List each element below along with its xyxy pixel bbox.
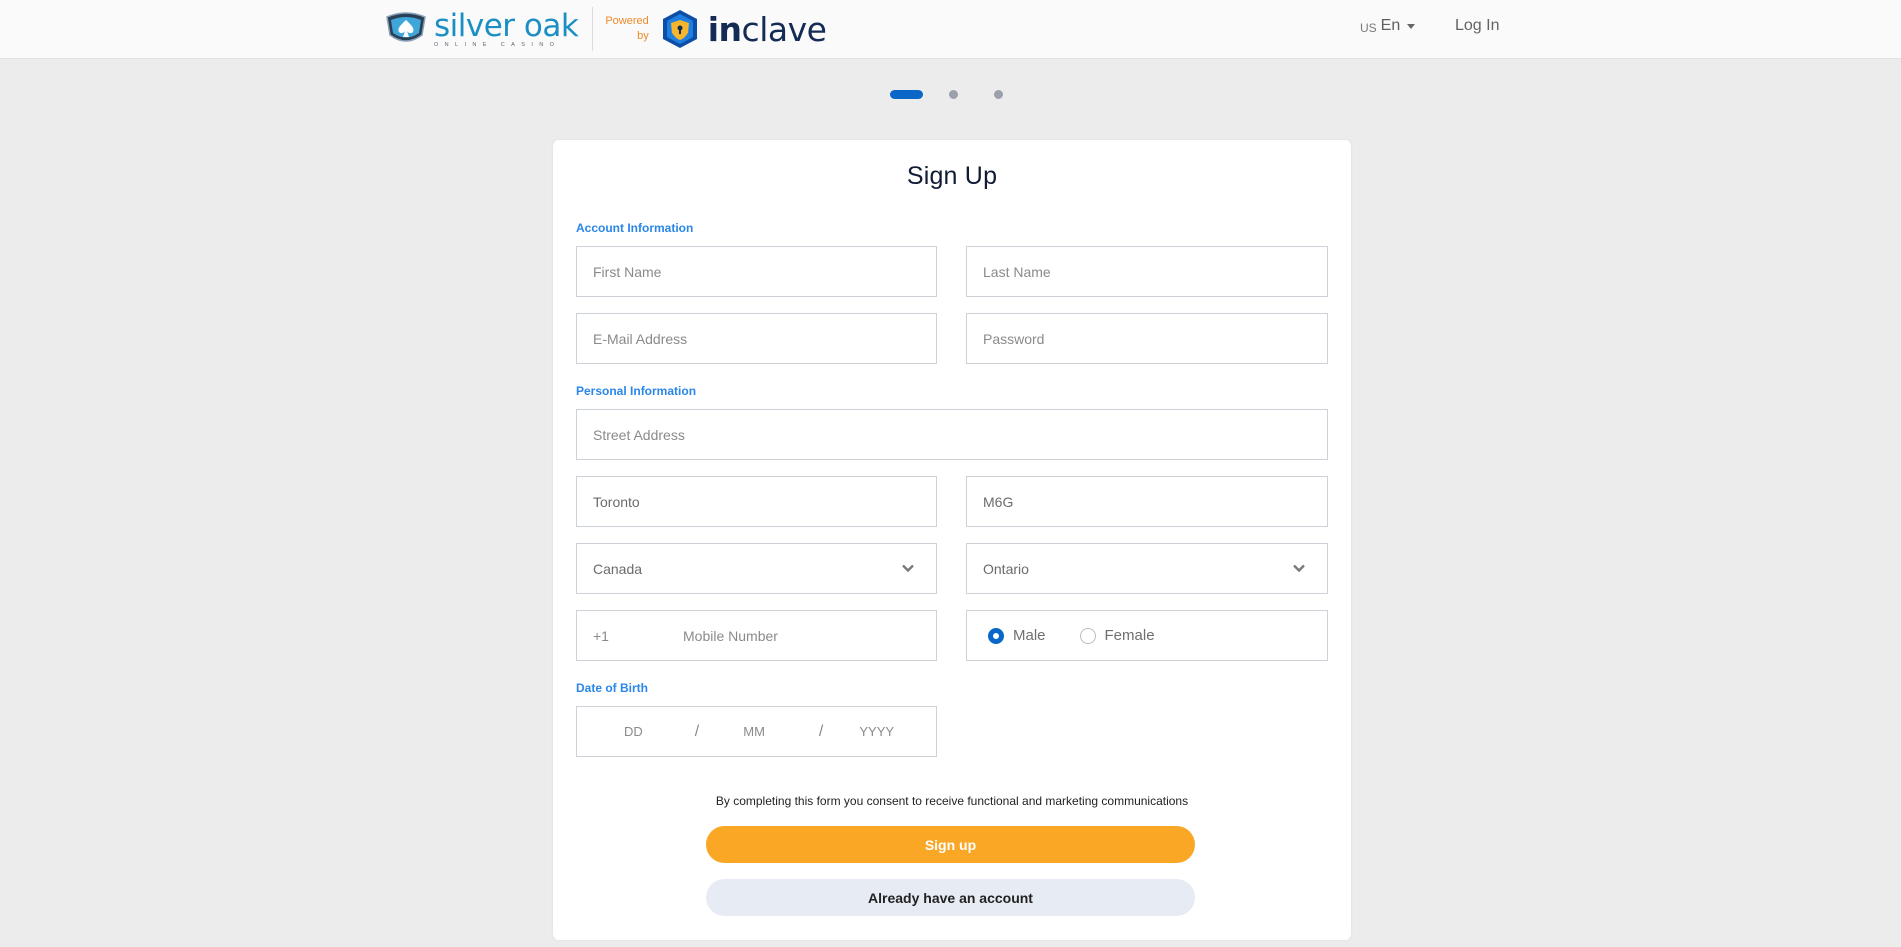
signup-button[interactable]: Sign up	[706, 826, 1195, 863]
street-address-input[interactable]: Street Address	[576, 409, 1328, 460]
phone-country-code[interactable]: +1	[593, 628, 683, 644]
by-line: by	[637, 30, 649, 42]
first-name-input[interactable]: First Name	[576, 246, 937, 297]
page-title: Sign Up	[906, 162, 998, 190]
city-input[interactable]: Toronto	[576, 476, 937, 527]
step-3	[994, 90, 1003, 99]
postal-code-input[interactable]: M6G	[966, 476, 1328, 527]
language-label: En	[1380, 17, 1401, 34]
top-header: silver oak ONLINE CASINO Powered by incl…	[0, 0, 1901, 59]
gender-radio-group: Male Female	[966, 610, 1328, 661]
section-dob-label: Date of Birth	[576, 681, 648, 695]
powered-by-text: Powered by	[605, 14, 648, 44]
radio-unchecked-icon	[1079, 627, 1096, 644]
language-code: US	[1360, 20, 1377, 35]
last-name-input[interactable]: Last Name	[966, 246, 1328, 297]
province-value: Ontario	[983, 560, 1029, 577]
radio-checked-icon	[988, 627, 1004, 644]
brand-logos: silver oak ONLINE CASINO Powered by incl…	[384, 6, 827, 52]
province-select[interactable]: Ontario	[966, 543, 1328, 594]
step-2	[949, 90, 958, 99]
female-label: Female	[1104, 627, 1155, 644]
country-select[interactable]: Canada	[576, 543, 937, 594]
gender-male-radio[interactable]: Male	[988, 627, 1046, 644]
powered-line: Powered	[605, 15, 649, 27]
login-link[interactable]: Log In	[1455, 17, 1499, 35]
signup-card: Sign Up Account Information First Name L…	[553, 140, 1351, 940]
dob-year-input[interactable]: YYYY	[859, 724, 894, 739]
silver-oak-logo[interactable]: silver oak ONLINE CASINO	[384, 7, 579, 48]
section-personal-label: Personal Information	[576, 384, 697, 398]
spade-shield-icon	[386, 12, 426, 42]
phone-field[interactable]: +1 Mobile Number	[576, 610, 937, 661]
male-label: Male	[1013, 627, 1046, 644]
inclave-name: inclave	[708, 10, 827, 49]
country-value: Canada	[593, 560, 643, 577]
email-input[interactable]: E-Mail Address	[576, 313, 937, 364]
shield-lock-icon	[662, 10, 697, 48]
chevron-down-icon	[902, 564, 914, 573]
step-1-active	[890, 90, 923, 99]
brand-divider	[592, 7, 594, 51]
dob-separator: /	[694, 722, 700, 740]
section-account-label: Account Information	[576, 221, 694, 235]
consent-text: By completing this form you consent to r…	[715, 794, 1189, 808]
inclave-rest: clave	[741, 9, 827, 49]
progress-stepper	[890, 90, 1005, 99]
dob-separator: /	[818, 722, 824, 740]
gender-female-radio[interactable]: Female	[1079, 627, 1155, 644]
brand-tagline: ONLINE CASINO	[434, 41, 561, 48]
inclave-logo[interactable]: inclave	[661, 9, 827, 49]
already-have-account-button[interactable]: Already have an account	[706, 879, 1195, 916]
dob-month-input[interactable]: MM	[743, 724, 765, 739]
language-selector[interactable]: US En	[1360, 17, 1416, 35]
brand-name: silver oak	[434, 7, 579, 44]
dob-field: DD / MM / YYYY	[576, 706, 937, 757]
password-input[interactable]: Password	[966, 313, 1328, 364]
inclave-bold: in	[707, 9, 742, 49]
chevron-down-icon	[1293, 564, 1305, 573]
dob-day-input[interactable]: DD	[624, 724, 643, 739]
mobile-number-input[interactable]: Mobile Number	[683, 628, 778, 644]
caret-down-icon	[1407, 23, 1416, 29]
